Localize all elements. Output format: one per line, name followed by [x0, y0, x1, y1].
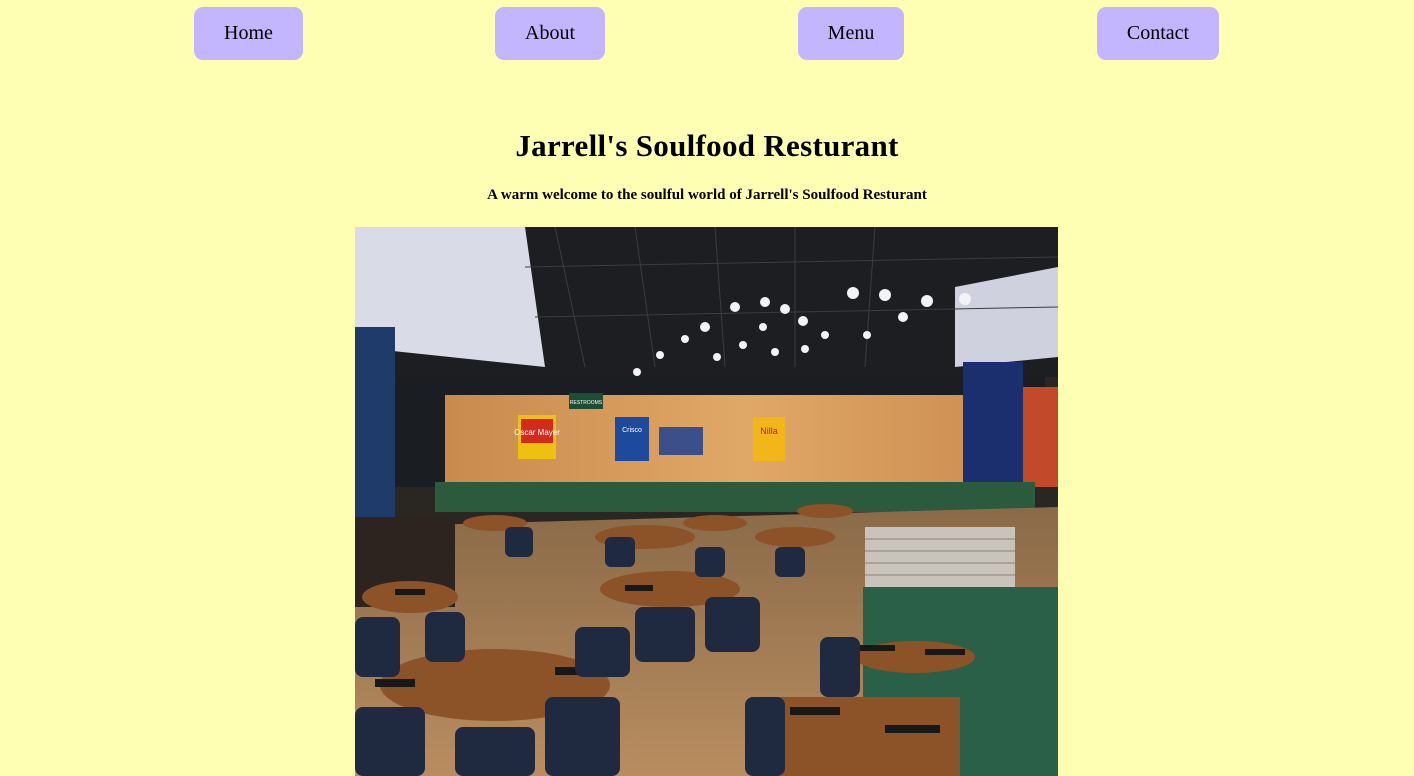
restrooms-sign: RESTROOMS: [570, 400, 603, 406]
page-title: Jarrell's Soulfood Resturant: [515, 128, 899, 163]
nilla-sign: Nilla: [760, 426, 778, 436]
nav-about-button[interactable]: About: [495, 7, 605, 60]
oscar-mayer-sign: Oscar Mayer: [514, 428, 560, 437]
nav-home-button[interactable]: Home: [194, 7, 303, 60]
top-navigation: Home About Menu Contact: [0, 0, 1414, 60]
crisco-sign: Crisco: [622, 427, 642, 434]
page-subtitle: A warm welcome to the soulful world of J…: [487, 187, 927, 203]
nav-contact-button[interactable]: Contact: [1097, 7, 1219, 60]
restaurant-interior-photo: Oscar Mayer Crisco Nilla RESTROOMS: [355, 227, 1058, 776]
nav-menu-button[interactable]: Menu: [798, 7, 904, 60]
